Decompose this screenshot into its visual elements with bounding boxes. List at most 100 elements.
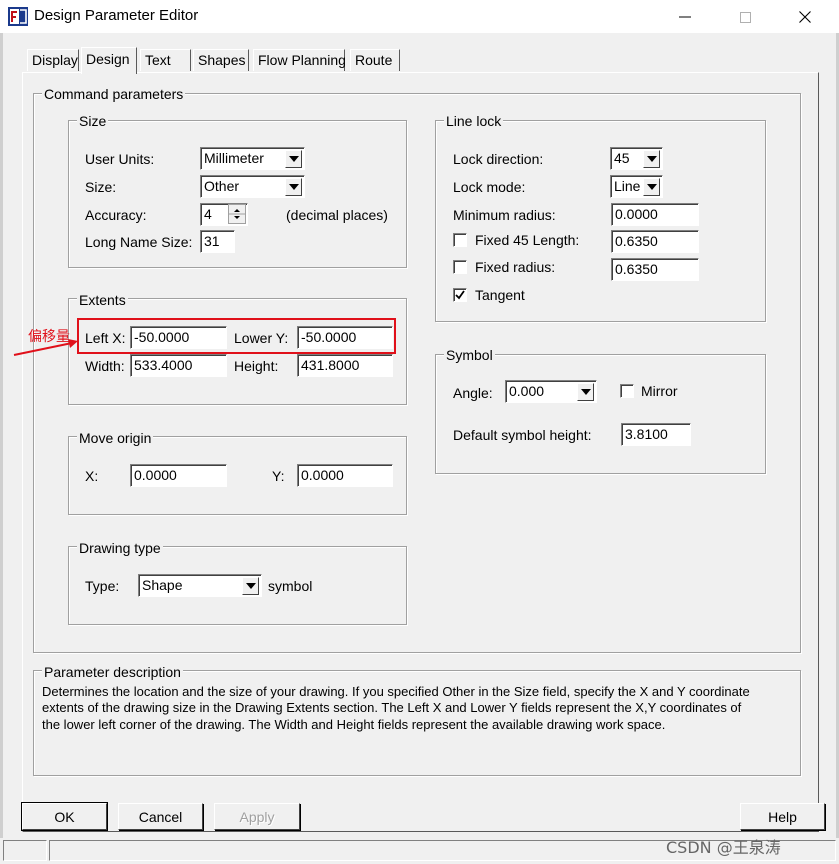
minimize-button[interactable] bbox=[662, 3, 708, 31]
mirror-label: Mirror bbox=[641, 383, 678, 399]
tab-text[interactable]: Text bbox=[140, 49, 191, 71]
symbol-group bbox=[435, 354, 766, 474]
drawing-type-title: Drawing type bbox=[77, 540, 163, 556]
width-label: Width: bbox=[85, 358, 125, 374]
accuracy-suffix: (decimal places) bbox=[286, 207, 388, 223]
chevron-down-icon[interactable] bbox=[285, 178, 302, 196]
tab-flow-planning[interactable]: Flow Planning bbox=[253, 49, 346, 71]
fixed-radius-value: 0.6350 bbox=[615, 261, 658, 277]
tab-route[interactable]: Route bbox=[350, 49, 400, 71]
lock-direction-label: Lock direction: bbox=[453, 151, 544, 167]
tab-label: Display bbox=[32, 52, 78, 68]
drawing-type-value: Shape bbox=[142, 577, 183, 593]
user-units-value: Millimeter bbox=[204, 150, 264, 166]
origin-y-label: Y: bbox=[272, 468, 285, 484]
min-radius-input[interactable]: 0.0000 bbox=[611, 203, 699, 226]
fixed45-checkbox[interactable] bbox=[453, 233, 467, 247]
close-icon bbox=[799, 11, 811, 23]
height-input[interactable]: 431.8000 bbox=[297, 354, 393, 377]
fixed-radius-input[interactable]: 0.6350 bbox=[611, 258, 699, 281]
extents-group-title: Extents bbox=[77, 292, 128, 308]
tangent-checkbox[interactable] bbox=[453, 288, 467, 302]
min-radius-value: 0.0000 bbox=[615, 206, 658, 222]
fixed45-input[interactable]: 0.6350 bbox=[611, 230, 699, 253]
angle-label: Angle: bbox=[453, 385, 493, 401]
origin-x-value: 0.0000 bbox=[134, 467, 177, 483]
long-name-size-input[interactable]: 31 bbox=[200, 230, 235, 253]
width-input[interactable]: 533.4000 bbox=[130, 354, 227, 377]
description-line: extents of the drawing size in the Drawi… bbox=[42, 700, 742, 715]
title-bar: Design Parameter Editor bbox=[0, 0, 839, 33]
default-height-input[interactable]: 3.8100 bbox=[621, 423, 691, 446]
lock-mode-value: Line bbox=[614, 178, 641, 194]
apply-button: Apply bbox=[214, 803, 300, 830]
tangent-label: Tangent bbox=[475, 287, 525, 303]
apply-label: Apply bbox=[239, 808, 275, 825]
mirror-checkbox[interactable] bbox=[620, 384, 634, 398]
tab-shapes[interactable]: Shapes bbox=[193, 49, 249, 71]
tab-label: Flow Planning bbox=[258, 52, 346, 68]
long-name-size-label: Long Name Size: bbox=[85, 234, 193, 250]
size-select[interactable]: Other bbox=[200, 175, 305, 198]
lock-direction-select[interactable]: 45 bbox=[610, 147, 663, 170]
tab-display[interactable]: Display bbox=[27, 49, 79, 71]
default-height-label: Default symbol height: bbox=[453, 427, 592, 443]
chevron-down-icon[interactable] bbox=[577, 383, 594, 401]
tab-design[interactable]: Design bbox=[81, 47, 137, 74]
size-value: Other bbox=[204, 178, 240, 194]
tab-label: Route bbox=[355, 52, 393, 68]
fixed45-label: Fixed 45 Length: bbox=[475, 232, 580, 248]
status-pane bbox=[3, 840, 47, 861]
chevron-down-icon[interactable] bbox=[242, 577, 259, 595]
angle-select[interactable]: 0.000 bbox=[505, 380, 597, 403]
fixed-radius-label: Fixed radius: bbox=[475, 259, 556, 275]
user-units-select[interactable]: Millimeter bbox=[200, 147, 305, 170]
chevron-down-icon[interactable] bbox=[643, 150, 660, 168]
tab-label: Text bbox=[145, 52, 171, 68]
description-line: Determines the location and the size of … bbox=[42, 684, 750, 699]
accuracy-label: Accuracy: bbox=[85, 207, 147, 223]
min-radius-label: Minimum radius: bbox=[453, 207, 556, 223]
annotation-arrow-icon bbox=[13, 339, 78, 356]
description-line: the lower left corner of the drawing. Th… bbox=[42, 717, 666, 732]
drawing-type-select[interactable]: Shape bbox=[138, 574, 262, 597]
minimize-icon bbox=[679, 16, 691, 18]
origin-y-input[interactable]: 0.0000 bbox=[297, 464, 393, 487]
ok-label: OK bbox=[54, 808, 75, 825]
size-label: Size: bbox=[85, 179, 117, 195]
origin-y-value: 0.0000 bbox=[301, 467, 344, 483]
help-label: Help bbox=[768, 808, 797, 825]
origin-x-label: X: bbox=[85, 468, 99, 484]
watermark: CSDN @王泉涛 bbox=[666, 838, 781, 857]
cancel-button[interactable]: Cancel bbox=[118, 803, 203, 830]
type-label: Type: bbox=[85, 578, 120, 594]
parameter-description-title: Parameter description bbox=[42, 664, 183, 680]
window-edge-left bbox=[0, 33, 3, 864]
close-button[interactable] bbox=[782, 3, 828, 31]
width-value: 533.4000 bbox=[134, 357, 193, 373]
tab-label: Shapes bbox=[198, 52, 246, 68]
app-icon bbox=[8, 7, 28, 26]
chevron-down-icon[interactable] bbox=[285, 150, 302, 168]
origin-x-input[interactable]: 0.0000 bbox=[130, 464, 227, 487]
fixed45-value: 0.6350 bbox=[615, 233, 658, 249]
spin-buttons[interactable] bbox=[228, 204, 246, 224]
symbol-title: Symbol bbox=[444, 347, 495, 363]
help-button[interactable]: Help bbox=[740, 803, 825, 830]
lock-mode-select[interactable]: Line bbox=[610, 175, 663, 198]
height-value: 431.8000 bbox=[301, 357, 360, 373]
line-lock-title: Line lock bbox=[444, 113, 504, 129]
fixed-radius-checkbox[interactable] bbox=[453, 260, 467, 274]
angle-value: 0.000 bbox=[509, 383, 545, 399]
default-height-value: 3.8100 bbox=[625, 426, 668, 442]
highlight-box bbox=[77, 318, 396, 354]
chevron-down-icon[interactable] bbox=[643, 178, 660, 196]
tab-label: Design bbox=[86, 51, 130, 67]
maximize-button bbox=[722, 3, 768, 31]
long-name-size-value: 31 bbox=[204, 233, 220, 249]
window-title: Design Parameter Editor bbox=[34, 7, 199, 24]
ok-button[interactable]: OK bbox=[21, 802, 108, 831]
drawing-type-suffix: symbol bbox=[268, 578, 313, 594]
maximize-icon bbox=[739, 11, 751, 23]
user-units-label: User Units: bbox=[85, 151, 155, 167]
